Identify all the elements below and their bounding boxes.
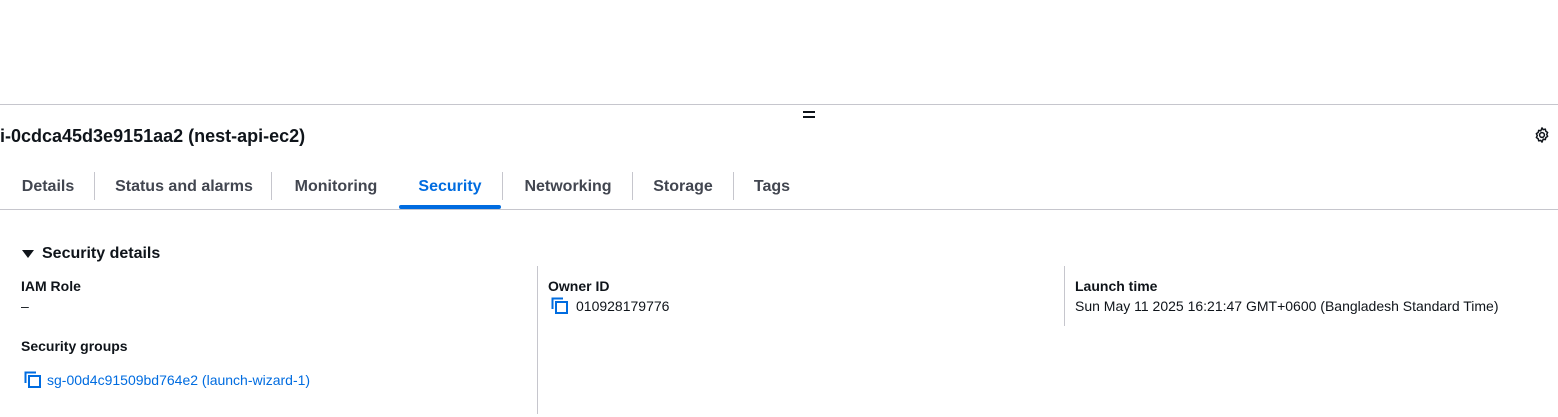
- tabs-divider: [0, 209, 1558, 210]
- tab-separator: [94, 172, 95, 200]
- copy-icon: [551, 297, 568, 314]
- split-panel-divider: [0, 104, 1558, 105]
- tab-monitoring[interactable]: Monitoring: [284, 172, 388, 202]
- section-title: Security details: [42, 245, 161, 262]
- caret-down-icon: [22, 250, 34, 258]
- tab-separator: [632, 172, 633, 200]
- tab-list: Details Status and alarms Monitoring Sec…: [0, 172, 1558, 210]
- column-divider: [537, 266, 538, 414]
- owner-id-label: Owner ID: [548, 278, 610, 294]
- tab-details[interactable]: Details: [14, 172, 82, 202]
- security-group-link[interactable]: sg-00d4c91509bd764e2 (launch-wizard-1): [47, 371, 310, 389]
- column-divider: [1064, 266, 1065, 326]
- instance-details-panel: i-0cdca45d3e9151aa2 (nest-api-ec2) Detai…: [0, 0, 1558, 417]
- launch-time-label: Launch time: [1075, 278, 1158, 294]
- drag-handle-icon[interactable]: [802, 110, 816, 118]
- tab-storage[interactable]: Storage: [644, 172, 722, 202]
- tab-tags[interactable]: Tags: [746, 172, 798, 202]
- tab-separator: [502, 172, 503, 200]
- owner-id-value: 010928179776: [576, 298, 670, 314]
- copy-icon: [24, 371, 41, 388]
- tab-separator: [271, 172, 272, 200]
- iam-role-value: –: [21, 298, 29, 314]
- security-groups-label: Security groups: [21, 338, 128, 354]
- copy-owner-id-button[interactable]: [551, 297, 569, 315]
- tab-security[interactable]: Security: [400, 172, 500, 202]
- tab-networking[interactable]: Networking: [514, 172, 622, 202]
- page-title: i-0cdca45d3e9151aa2 (nest-api-ec2): [0, 126, 306, 146]
- gear-icon: [1535, 127, 1549, 143]
- copy-security-group-button[interactable]: [24, 371, 42, 389]
- tab-status-and-alarms[interactable]: Status and alarms: [106, 172, 262, 202]
- launch-time-value: Sun May 11 2025 16:21:47 GMT+0600 (Bangl…: [1075, 298, 1499, 314]
- tab-separator: [733, 172, 734, 200]
- security-details-toggle[interactable]: Security details: [22, 243, 160, 265]
- settings-button[interactable]: [1532, 125, 1552, 145]
- iam-role-label: IAM Role: [21, 278, 81, 294]
